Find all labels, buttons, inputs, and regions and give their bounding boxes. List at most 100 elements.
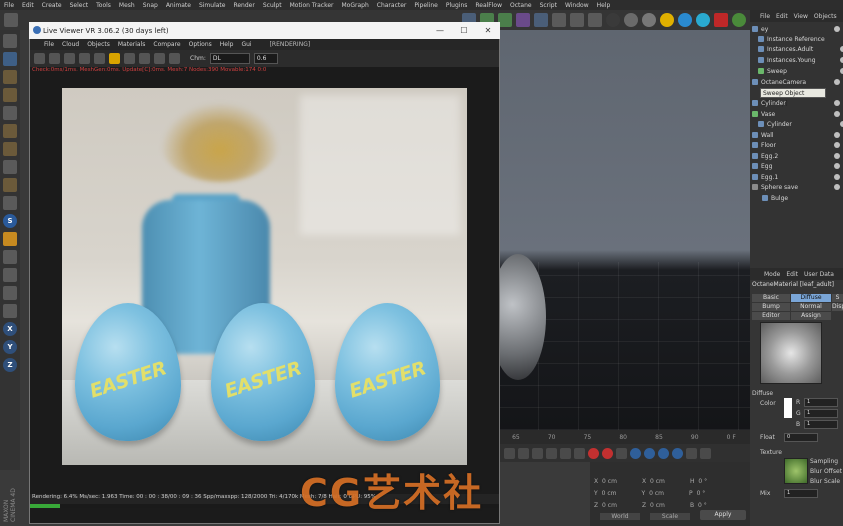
menu-plugins[interactable]: Plugins (446, 2, 468, 9)
send-scene-icon[interactable] (34, 53, 45, 64)
model-mode-icon[interactable] (3, 52, 17, 66)
menu-mesh[interactable]: Mesh (119, 2, 135, 9)
object-row[interactable]: Egg.2 (752, 151, 842, 161)
menu-edit[interactable]: Edit (22, 2, 34, 9)
pos-x-field[interactable]: 0 cm (602, 478, 640, 485)
lock-icon[interactable] (109, 53, 120, 64)
lv-menu-file[interactable]: File (44, 41, 54, 48)
loop-icon[interactable] (574, 447, 585, 459)
texture-mode-icon[interactable] (3, 70, 17, 84)
tab-editor[interactable]: Editor (752, 312, 790, 320)
menu-create[interactable]: Create (42, 2, 62, 9)
material-tag-icon[interactable] (834, 184, 840, 190)
settings-icon[interactable] (94, 53, 105, 64)
om-menu-edit[interactable]: Edit (776, 13, 788, 20)
om-menu-objects[interactable]: Objects (814, 13, 837, 20)
autokey-icon[interactable] (602, 447, 613, 459)
menu-script[interactable]: Script (540, 2, 557, 9)
sphere-white-icon[interactable] (624, 13, 638, 27)
timeline-menu-icon[interactable] (700, 447, 711, 459)
scene-icon[interactable] (552, 13, 566, 27)
keyframe-selection-icon[interactable] (616, 447, 627, 459)
object-row[interactable]: Sweep (758, 66, 843, 76)
menu-animate[interactable]: Animate (166, 2, 191, 9)
size-z-field[interactable]: 0 cm (650, 502, 688, 509)
object-row[interactable]: Instances.Young (758, 55, 843, 65)
size-y-field[interactable]: 0 cm (649, 490, 687, 497)
object-row[interactable]: Cylinder (752, 98, 842, 108)
region-render-icon[interactable] (124, 53, 135, 64)
object-row[interactable]: Floor (752, 140, 842, 150)
render-icon[interactable] (714, 13, 728, 27)
object-row[interactable]: Instances.Adult (758, 44, 843, 54)
menu-sculpt[interactable]: Sculpt (263, 2, 282, 9)
next-key-icon[interactable] (546, 447, 557, 459)
om-menu-view[interactable]: View (794, 13, 808, 20)
snap-icon[interactable]: S (3, 214, 17, 228)
tab-displacement[interactable]: Disp (832, 303, 843, 311)
x-axis-lock-icon[interactable]: X (3, 322, 17, 336)
pause-render-icon[interactable] (64, 53, 75, 64)
deformer-icon[interactable] (534, 13, 548, 27)
refresh-icon[interactable] (732, 13, 746, 27)
apply-button[interactable]: Apply (700, 510, 746, 520)
texture-thumbnail[interactable] (784, 458, 808, 484)
current-frame[interactable]: 0 F (727, 434, 736, 441)
menu-file[interactable]: File (4, 2, 14, 9)
menu-tools[interactable]: Tools (96, 2, 111, 9)
object-row[interactable]: Sphere save (752, 182, 842, 192)
am-menu-user-data[interactable]: User Data (804, 271, 834, 278)
material-tag-icon[interactable] (834, 153, 840, 159)
pos-y-field[interactable]: 0 cm (602, 490, 640, 497)
sculpt-icon[interactable] (3, 286, 17, 300)
r-field[interactable]: 1 (804, 398, 838, 407)
play-icon[interactable] (532, 447, 543, 459)
uv-mode-icon[interactable] (3, 160, 17, 174)
pos-z-field[interactable]: 0 cm (602, 502, 640, 509)
octane-environment-icon[interactable] (678, 13, 692, 27)
menu-octane[interactable]: Octane (510, 2, 532, 9)
record-key-icon[interactable] (588, 447, 599, 459)
tweak-mode-icon[interactable] (3, 196, 17, 210)
lv-menu-compare[interactable]: Compare (153, 41, 180, 48)
material-tag-icon[interactable] (834, 132, 840, 138)
workplane-icon[interactable] (3, 88, 17, 102)
minimize-button[interactable]: — (428, 22, 452, 39)
array-icon[interactable] (516, 13, 530, 27)
scale-key-icon[interactable] (644, 447, 655, 459)
undo-icon[interactable] (4, 13, 18, 27)
object-row[interactable]: Bulge (762, 193, 843, 203)
rotation-key-icon[interactable] (658, 447, 669, 459)
menu-character[interactable]: Character (377, 2, 407, 9)
octane-camera-icon[interactable] (696, 13, 710, 27)
am-menu-mode[interactable]: Mode (764, 271, 780, 278)
coord-mode-select[interactable]: World (600, 513, 640, 520)
sun-icon[interactable] (660, 13, 674, 27)
workplane-lock-icon[interactable] (3, 250, 17, 264)
prev-key-icon[interactable] (518, 447, 529, 459)
material-tag-icon[interactable] (834, 100, 840, 106)
sphere-material-icon[interactable] (606, 13, 620, 27)
material-tag-icon[interactable] (834, 142, 840, 148)
points-mode-icon[interactable] (3, 106, 17, 120)
object-row[interactable]: Wall (752, 130, 842, 140)
tab-specular[interactable]: S (832, 294, 843, 302)
lv-menu-options[interactable]: Options (189, 41, 212, 48)
menu-simulate[interactable]: Simulate (199, 2, 226, 9)
close-button[interactable]: ✕ (476, 22, 500, 39)
menu-window[interactable]: Window (565, 2, 589, 9)
menu-pipeline[interactable]: Pipeline (414, 2, 437, 9)
magnet-icon[interactable] (3, 232, 17, 246)
menu-render[interactable]: Render (233, 2, 254, 9)
material-tag-icon[interactable] (834, 26, 840, 32)
material-tag-icon[interactable] (834, 163, 840, 169)
param-key-icon[interactable] (672, 447, 683, 459)
lv-menu-materials[interactable]: Materials (118, 41, 146, 48)
polygons-mode-icon[interactable] (3, 142, 17, 156)
z-axis-lock-icon[interactable]: Z (3, 358, 17, 372)
zoom-field[interactable]: 0.6 (253, 53, 278, 64)
picking-icon[interactable] (139, 53, 150, 64)
lv-menu-objects[interactable]: Objects (87, 41, 110, 48)
size-x-field[interactable]: 0 cm (650, 478, 688, 485)
menu-mograph[interactable]: MoGraph (342, 2, 369, 9)
